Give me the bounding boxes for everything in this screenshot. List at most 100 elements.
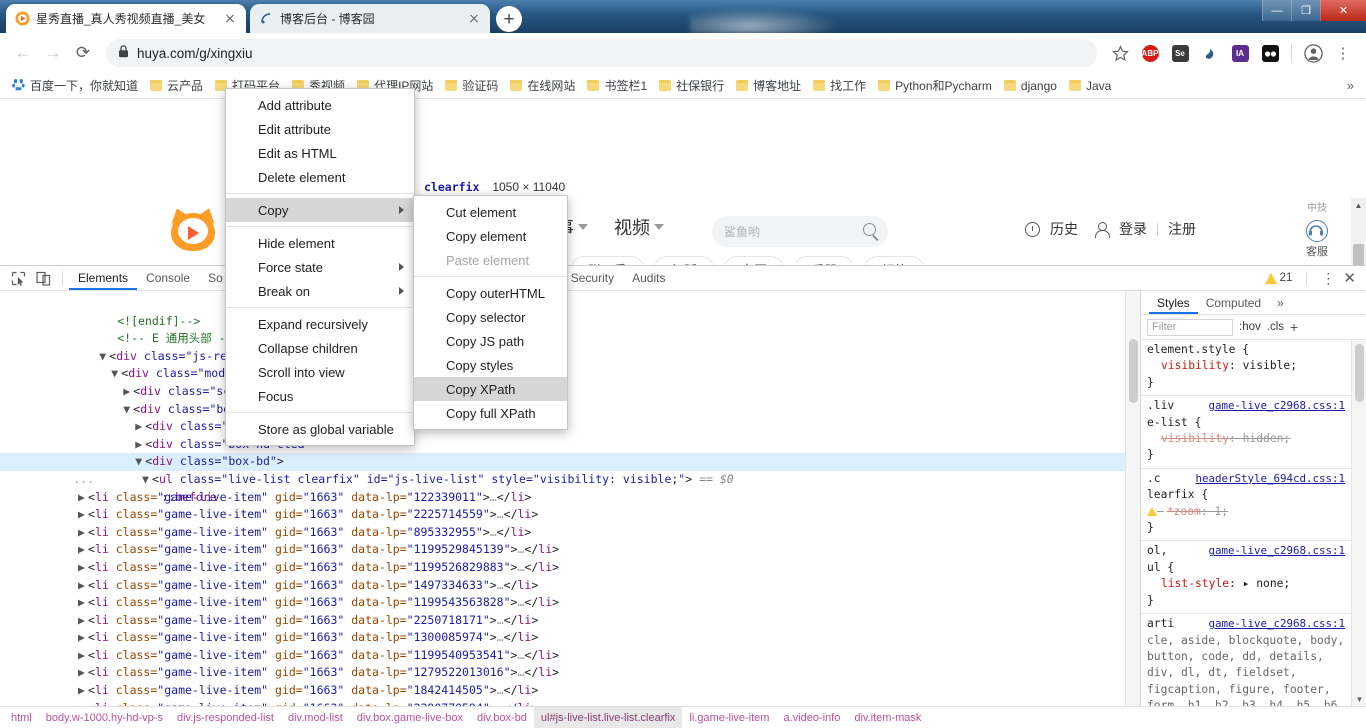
subnav-pill[interactable]: 女团 (724, 256, 785, 265)
style-property[interactable]: visibility (1147, 359, 1229, 372)
breadcrumb-item[interactable]: div.js-responded-list (170, 707, 281, 728)
style-rule[interactable]: arti game-live_c2968.css:1 cle, aside, bl… (1141, 614, 1351, 706)
tab-styles[interactable]: Styles (1149, 291, 1198, 314)
close-icon[interactable] (222, 11, 238, 27)
bookmark-item[interactable]: 博客地址 (730, 75, 807, 96)
menu-item-edit-as-html[interactable]: Edit as HTML (226, 141, 414, 165)
chrome-menu-icon[interactable]: ⋮ (1330, 40, 1356, 66)
scrollbar-thumb[interactable] (1355, 344, 1364, 402)
twisty-closed-icon[interactable]: ▶ (78, 629, 88, 647)
dark-extension-icon[interactable] (1257, 40, 1283, 66)
style-rule[interactable]: .liv game-live_c2968.css:1 e-list { visib… (1141, 396, 1351, 469)
menu-item-copy[interactable]: Copy (226, 198, 414, 222)
breadcrumb-item[interactable]: div.mod-list (281, 707, 350, 728)
new-style-rule-button[interactable]: + (1290, 319, 1298, 335)
dom-line[interactable]: ▶<li class="game-live-item" gid="1663" d… (0, 594, 1140, 612)
menu-item-collapse-children[interactable]: Collapse children (226, 336, 414, 360)
tab-console[interactable]: Console (137, 266, 199, 290)
device-toolbar-icon[interactable] (31, 267, 56, 289)
twisty-closed-icon[interactable]: ▶ (78, 664, 88, 682)
breadcrumb-item[interactable]: div.item-mask (847, 707, 928, 728)
dom-line[interactable]: ▶<li class="game-live-item" gid="1663" d… (0, 629, 1140, 647)
dom-line[interactable]: ▶<li class="game-live-item" gid="1663" d… (0, 682, 1140, 700)
scrollbar-thumb[interactable] (1129, 339, 1138, 403)
style-value[interactable]: : hidden; (1229, 432, 1290, 445)
page-scrollbar[interactable]: ▲ ▼ (1351, 198, 1366, 265)
twisty-closed-icon[interactable]: ▶ (135, 436, 145, 454)
close-window-button[interactable]: ✕ (1320, 0, 1366, 21)
twisty-closed-icon[interactable]: ▶ (78, 647, 88, 665)
menu-item-copy-js-path[interactable]: Copy JS path (414, 329, 567, 353)
twisty-closed-icon[interactable]: ▶ (135, 418, 145, 436)
style-rule-source[interactable]: game-live_c2968.css:1 (1208, 543, 1345, 559)
breadcrumb-item[interactable]: div.box-bd (470, 707, 534, 728)
history-link[interactable]: 历史 (1050, 219, 1078, 239)
subnav-pill[interactable]: 乐器 (794, 256, 855, 265)
style-rule[interactable]: element.style { visibility: visible; } (1141, 340, 1351, 397)
twisty-closed-icon[interactable]: ▶ (78, 594, 88, 612)
bookmark-item[interactable]: Python和Pycharm (872, 75, 998, 96)
style-rule-source[interactable]: headerStyle_694cd.css:1 (1195, 471, 1345, 487)
menu-item-hide-element[interactable]: Hide element (226, 231, 414, 255)
menu-item-copy-styles[interactable]: Copy styles (414, 353, 567, 377)
dom-line[interactable]: <![endif]--> (0, 295, 1140, 328)
dom-line[interactable]: ▶<li class="game-live-item" gid="1663" d… (0, 647, 1140, 665)
browser-tab-2[interactable]: 博客后台 - 博客园 (250, 4, 490, 33)
tab-audits[interactable]: Audits (623, 266, 674, 290)
menu-item-copy-selector[interactable]: Copy selector (414, 305, 567, 329)
adblock-extension-icon[interactable]: ABP (1137, 40, 1163, 66)
twisty-open-icon[interactable]: ▼ (135, 453, 145, 471)
dom-line[interactable]: ▶<li class="game-live-item" gid="1663" d… (0, 577, 1140, 595)
scrollbar-thumb[interactable] (1353, 244, 1364, 265)
search-icon[interactable] (863, 223, 876, 236)
tab-security[interactable]: Security (562, 266, 623, 290)
breadcrumb-item[interactable]: html (4, 707, 39, 728)
dom-line[interactable]: ▶<li class="game-live-item" gid="1663" d… (0, 559, 1140, 577)
twisty-closed-icon[interactable]: ▶ (78, 524, 88, 542)
styles-scrollbar[interactable]: ▼ (1351, 340, 1366, 706)
menu-item-force-state[interactable]: Force state (226, 255, 414, 279)
ia-extension-icon[interactable]: IA (1227, 40, 1253, 66)
tab-elements[interactable]: Elements (69, 266, 137, 290)
context-menu[interactable]: Add attribute Edit attribute Edit as HTM… (225, 88, 415, 446)
browser-tab-1[interactable]: 星秀直播_真人秀视频直播_美女 (6, 4, 246, 33)
dom-line[interactable]: ▶<li class="game-live-item" gid="1663" d… (0, 541, 1140, 559)
breadcrumb-item[interactable]: body.w-1000.hy-hd-vp-s (39, 707, 170, 728)
menu-item-copy-xpath[interactable]: Copy XPath (414, 377, 567, 401)
tampermonkey-extension-icon[interactable] (1197, 40, 1223, 66)
bookmark-star-icon[interactable] (1107, 40, 1133, 66)
breadcrumb-item[interactable]: div.box.game-live-box (350, 707, 470, 728)
scroll-down-arrow[interactable]: ▼ (1352, 695, 1366, 704)
dom-line[interactable]: ▶<li class="game-live-item" gid="1663" d… (0, 506, 1140, 524)
minimize-button[interactable]: — (1262, 0, 1291, 21)
menu-item-copy-outerhtml[interactable]: Copy outerHTML (414, 281, 567, 305)
subnav-pill[interactable]: 颜值 (864, 256, 925, 265)
menu-item-edit-attribute[interactable]: Edit attribute (226, 117, 414, 141)
menu-item-add-attribute[interactable]: Add attribute (226, 93, 414, 117)
scroll-up-arrow[interactable]: ▲ (1351, 198, 1366, 213)
menu-item-break-on[interactable]: Break on (226, 279, 414, 303)
bookmark-item[interactable]: 验证码 (439, 75, 504, 96)
style-value[interactable]: : 1; (1201, 505, 1228, 518)
bookmark-item[interactable]: Java (1063, 77, 1117, 95)
menu-item-copy-element[interactable]: Copy element (414, 224, 567, 248)
twisty-closed-icon[interactable]: ▶ (78, 682, 88, 700)
bookmark-item[interactable]: 在线网站 (504, 75, 581, 96)
twisty-open-icon[interactable]: ▼ (123, 401, 133, 419)
dom-line[interactable]: ▶<li class="game-live-item" gid="1663" d… (0, 612, 1140, 630)
dom-tree-scrollbar[interactable] (1125, 291, 1140, 706)
huya-logo[interactable] (165, 205, 221, 257)
bookmark-item[interactable]: 找工作 (807, 75, 872, 96)
style-property[interactable]: list-style (1147, 577, 1229, 590)
new-tab-button[interactable]: + (496, 6, 522, 32)
breadcrumb-item[interactable]: a.video-info (776, 707, 847, 728)
bookmarks-overflow-button[interactable]: » (1341, 78, 1360, 93)
style-property[interactable]: visibility (1147, 432, 1229, 445)
twisty-closed-icon[interactable]: ▶ (78, 489, 88, 507)
subnav-pill[interactable]: 脱口秀 (571, 256, 645, 265)
style-rule[interactable]: .c headerStyle_694cd.css:1 learfix { *zoo… (1141, 469, 1351, 542)
styles-rules-list[interactable]: element.style { visibility: visible; } .… (1141, 340, 1351, 706)
breadcrumb-item[interactable]: li.game-live-item (682, 707, 776, 728)
twisty-closed-icon[interactable]: ▶ (78, 577, 88, 595)
menu-item-store-as-global-variable[interactable]: Store as global variable (226, 417, 414, 441)
